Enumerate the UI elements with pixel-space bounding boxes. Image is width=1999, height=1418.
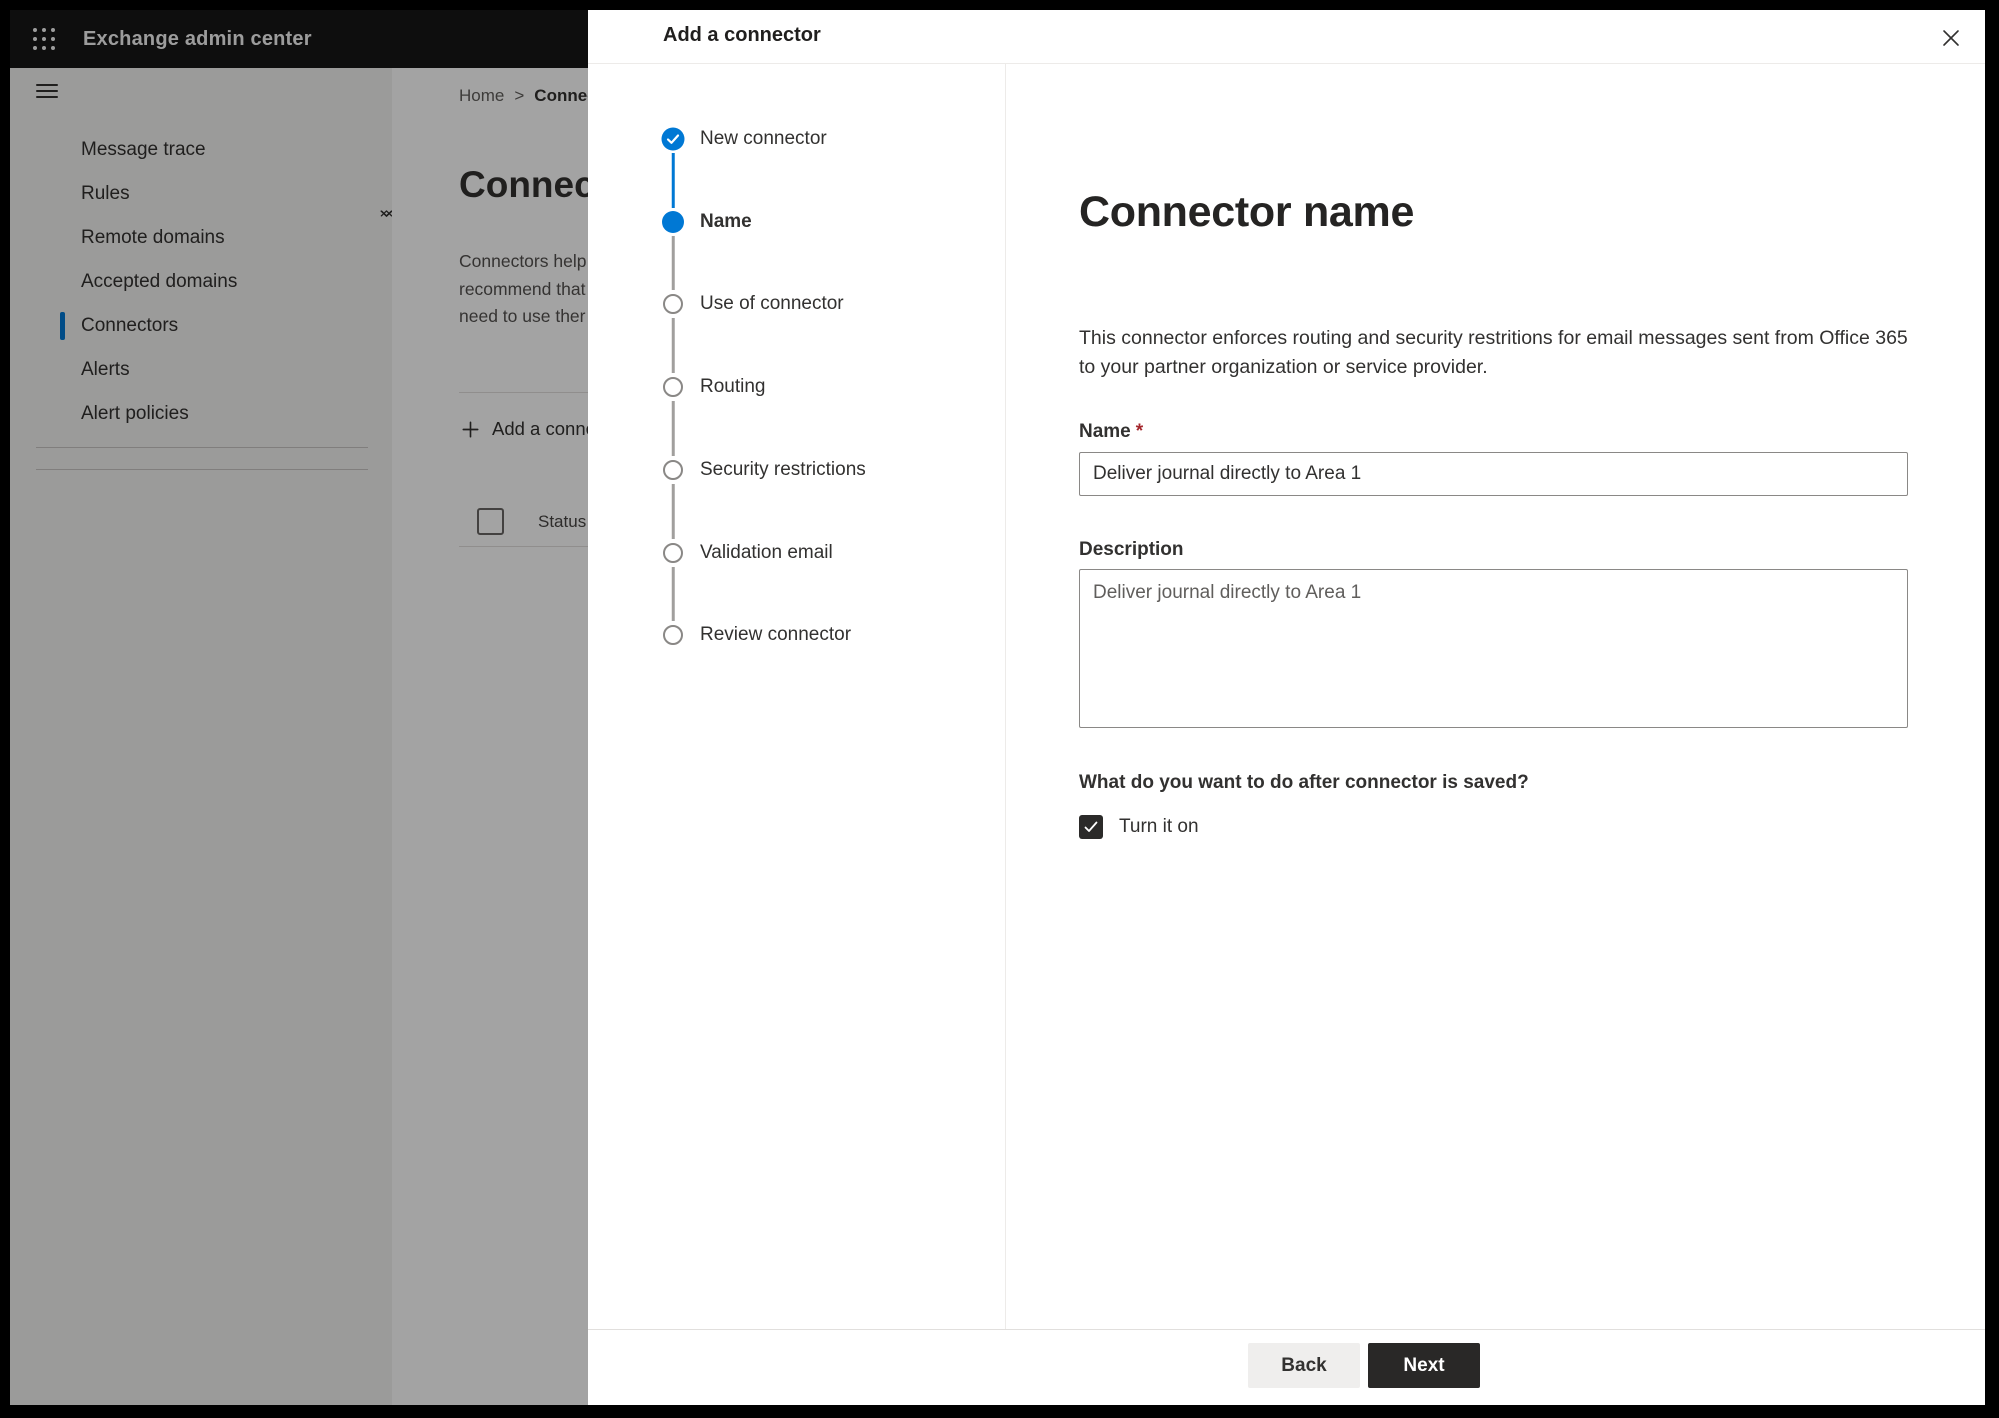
step-connector-line xyxy=(671,401,675,456)
add-connector-dialog: Add a connector New connector Name Use of … xyxy=(588,10,1985,1405)
app-window: Exchange admin center HomeRecipientsMail… xyxy=(10,10,1985,1405)
next-button[interactable]: Next xyxy=(1368,1343,1480,1388)
after-save-question: What do you want to do after connector i… xyxy=(1079,772,1529,793)
checkmark-icon xyxy=(1084,821,1098,832)
description-textarea[interactable]: Deliver journal directly to Area 1 xyxy=(1079,569,1908,728)
wizard-step-use-of-connector: Use of connector xyxy=(700,293,844,314)
wizard-steps: New connector Name Use of connector Routing… xyxy=(588,64,1006,1330)
close-icon xyxy=(1943,30,1959,46)
step-connector-line xyxy=(671,484,675,539)
wizard-step-new-connector: New connector xyxy=(700,128,827,149)
step-description-line: to your partner organization or service … xyxy=(1079,356,1488,378)
dialog-title: Add a connector xyxy=(663,24,821,46)
required-asterisk: * xyxy=(1135,421,1144,442)
step-connector-line xyxy=(671,567,675,621)
wizard-step-name: Name xyxy=(700,211,752,232)
wizard-step-security-restrictions: Security restrictions xyxy=(700,459,866,480)
turn-on-checkbox[interactable] xyxy=(1079,815,1103,839)
wizard-step-routing: Routing xyxy=(700,376,766,397)
step-todo-icon xyxy=(663,377,683,397)
close-button[interactable] xyxy=(1937,24,1965,52)
back-button[interactable]: Back xyxy=(1248,1343,1360,1388)
name-input[interactable] xyxy=(1079,452,1908,496)
dialog-header: Add a connector xyxy=(588,10,1985,64)
turn-on-label: Turn it on xyxy=(1119,816,1199,837)
step-connector-line xyxy=(671,153,675,208)
step-connector-line xyxy=(671,318,675,373)
turn-it-on-row[interactable]: Turn it on xyxy=(1079,815,1199,839)
wizard-step-validation-email: Validation email xyxy=(700,542,833,563)
step-todo-icon xyxy=(663,543,683,563)
step-done-icon xyxy=(661,127,685,151)
description-label: Description xyxy=(1079,539,1184,560)
step-heading: Connector name xyxy=(1079,188,1415,236)
step-todo-icon xyxy=(663,294,683,314)
step-todo-icon xyxy=(663,460,683,480)
step-description: This connector enforces routing and secu… xyxy=(1079,324,1908,382)
step-current-icon xyxy=(662,211,684,233)
step-description-line: This connector enforces routing and secu… xyxy=(1079,327,1908,349)
step-todo-icon xyxy=(663,625,683,645)
wizard-step-review-connector: Review connector xyxy=(700,624,852,645)
step-connector-line xyxy=(671,236,675,290)
name-label: Name * xyxy=(1079,421,1144,442)
dialog-footer: Back Next xyxy=(588,1329,1985,1405)
